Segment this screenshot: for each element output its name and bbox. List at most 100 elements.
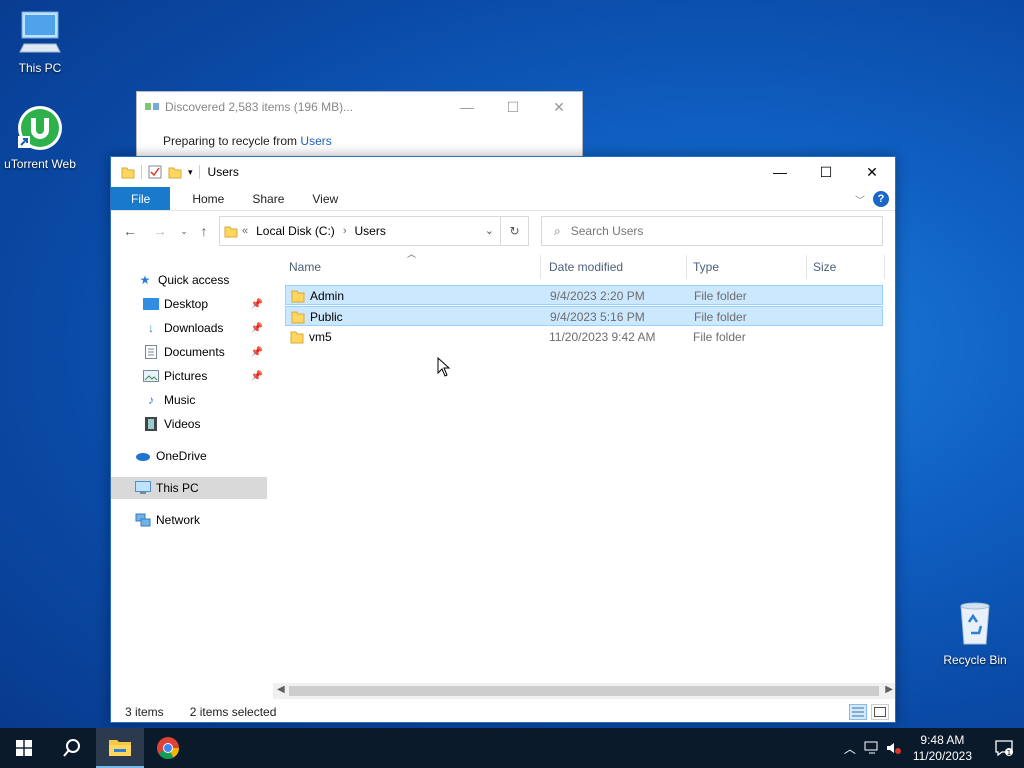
nav-label: Desktop xyxy=(164,297,209,311)
pin-icon[interactable]: 📌 xyxy=(251,299,263,310)
taskbar-chrome[interactable] xyxy=(144,728,192,768)
tab-share[interactable]: Share xyxy=(238,187,298,210)
help-icon[interactable]: ? xyxy=(873,191,889,207)
status-bar: 3 items 2 items selected xyxy=(111,701,895,723)
address-overflow-icon[interactable]: « xyxy=(242,225,248,237)
table-row[interactable]: Admin 9/4/2023 2:20 PM File folder xyxy=(285,285,883,305)
scroll-left-icon[interactable]: ◀ xyxy=(277,684,285,695)
nav-this-pc[interactable]: This PC xyxy=(111,477,267,499)
nav-item-desktop[interactable]: Desktop 📌 xyxy=(143,293,267,315)
dialog-source-link[interactable]: Users xyxy=(300,134,331,148)
column-header-size[interactable]: Size xyxy=(809,255,885,279)
star-icon: ★ xyxy=(139,273,151,287)
utorrent-icon xyxy=(18,106,62,150)
nav-item-videos[interactable]: Videos xyxy=(143,413,267,435)
nav-item-downloads[interactable]: ↓ Downloads 📌 xyxy=(143,317,267,339)
window-title: Users xyxy=(207,165,239,179)
monitor-icon xyxy=(19,11,61,53)
desktop-icon-utorrent[interactable]: uTorrent Web xyxy=(0,104,80,171)
file-name: vm5 xyxy=(309,330,332,344)
download-icon: ↓ xyxy=(148,321,154,335)
notification-icon: 1 xyxy=(995,740,1013,757)
divider xyxy=(198,165,200,179)
refresh-button[interactable]: ↻ xyxy=(501,216,529,246)
scrollbar-thumb[interactable] xyxy=(289,686,879,696)
nav-onedrive[interactable]: OneDrive xyxy=(135,445,291,467)
dialog-title: Discovered 2,583 items (196 MB)... xyxy=(165,100,354,114)
desktop-icon-label: Recycle Bin xyxy=(943,653,1007,667)
ribbon-tabs: File Home Share View ﹀ ? xyxy=(111,187,895,211)
pin-icon[interactable]: 📌 xyxy=(251,323,263,334)
column-header-date-modified[interactable]: Date modified xyxy=(545,255,687,279)
recent-locations-icon[interactable]: ⌄ xyxy=(173,220,195,242)
start-button[interactable] xyxy=(0,728,48,768)
clock-date: 11/20/2023 xyxy=(912,749,972,763)
minimize-button[interactable]: — xyxy=(757,157,803,187)
desktop-icon-label: This PC xyxy=(18,61,62,75)
nav-item-music[interactable]: ♪ Music xyxy=(143,389,267,411)
desktop-icon-label: uTorrent Web xyxy=(4,157,76,171)
close-button[interactable]: ✕ xyxy=(849,157,895,187)
scroll-right-icon[interactable]: ▶ xyxy=(885,684,893,695)
folder-icon xyxy=(121,167,135,179)
table-row[interactable]: vm5 11/20/2023 9:42 AM File folder xyxy=(285,327,883,347)
large-icons-view-icon[interactable] xyxy=(871,704,889,720)
navigation-pane: ★ Quick access Desktop 📌 ↓ Downloads 📌 D… xyxy=(111,255,269,695)
table-row[interactable]: Public 9/4/2023 5:16 PM File folder xyxy=(285,306,883,326)
file-type: File folder xyxy=(693,330,746,344)
file-name: Public xyxy=(310,310,343,324)
chevron-right-icon[interactable]: › xyxy=(343,225,347,237)
desktop-icon-this-pc[interactable]: This PC xyxy=(0,8,80,75)
search-input[interactable]: ⌕ Search Users xyxy=(541,216,883,246)
pin-icon[interactable]: 📌 xyxy=(251,347,263,358)
clock[interactable]: 9:48 AM 11/20/2023 xyxy=(913,732,972,764)
pictures-icon xyxy=(143,368,159,384)
column-header-type[interactable]: Type xyxy=(689,255,807,279)
explorer-titlebar[interactable]: ▾ Users — ☐ ✕ xyxy=(111,157,895,187)
new-folder-icon[interactable] xyxy=(168,165,182,179)
nav-label: Quick access xyxy=(158,273,230,287)
file-explorer-window[interactable]: ▾ Users — ☐ ✕ File Home Share View ﹀ ? ←… xyxy=(110,156,896,723)
back-arrow-icon[interactable]: ← xyxy=(119,220,141,242)
close-button[interactable]: ✕ xyxy=(536,92,582,122)
action-center-button[interactable]: 1 xyxy=(984,728,1024,768)
maximize-button[interactable]: ☐ xyxy=(803,157,849,187)
properties-icon[interactable] xyxy=(148,165,162,179)
folder-icon xyxy=(224,226,238,238)
videos-icon xyxy=(143,416,159,432)
horizontal-scrollbar[interactable]: ◀ ▶ xyxy=(273,683,895,699)
nav-label: Network xyxy=(156,513,201,527)
search-icon: ⌕ xyxy=(554,223,561,238)
up-arrow-icon[interactable]: ↑ xyxy=(193,220,215,242)
nav-item-documents[interactable]: Documents 📌 xyxy=(143,341,267,363)
nav-quick-access[interactable]: ★ Quick access xyxy=(137,269,293,291)
breadcrumb-users[interactable]: Users xyxy=(354,224,385,238)
nav-label: Pictures xyxy=(164,369,208,383)
column-header-name[interactable]: Name xyxy=(285,255,541,279)
folder-icon xyxy=(290,331,304,344)
nav-item-pictures[interactable]: Pictures 📌 xyxy=(143,365,267,387)
show-hidden-icons-icon[interactable]: ︿ xyxy=(839,740,861,757)
tab-file[interactable]: File xyxy=(111,187,171,210)
minimize-button[interactable]: — xyxy=(444,92,490,122)
volume-muted-icon[interactable] xyxy=(883,741,905,755)
taskbar: ︿ 9:48 AM 11/20/2023 1 xyxy=(0,728,1024,768)
tab-home[interactable]: Home xyxy=(178,187,238,210)
breadcrumb-local-disk[interactable]: Local Disk (C:) xyxy=(256,224,335,238)
details-view-icon[interactable] xyxy=(849,704,867,720)
nav-network[interactable]: Network xyxy=(135,509,291,531)
taskbar-file-explorer[interactable] xyxy=(96,728,144,768)
maximize-button[interactable]: ☐ xyxy=(490,92,536,122)
notification-badge: 1 xyxy=(1007,749,1011,757)
address-dropdown-icon[interactable]: ⌄ xyxy=(485,224,494,237)
desktop-icon-recycle-bin[interactable]: Recycle Bin xyxy=(935,600,1015,667)
pin-icon[interactable]: 📌 xyxy=(251,371,263,382)
search-button[interactable] xyxy=(48,728,96,768)
address-bar[interactable]: « Local Disk (C:) › Users ⌄ xyxy=(219,216,501,246)
network-icon[interactable] xyxy=(861,741,883,755)
qat-dropdown-icon[interactable]: ▾ xyxy=(188,167,193,178)
expand-ribbon-icon[interactable]: ﹀ xyxy=(855,192,865,207)
forward-arrow-icon[interactable]: → xyxy=(149,220,171,242)
desktop-folder-icon xyxy=(143,296,159,312)
tab-view[interactable]: View xyxy=(298,187,352,210)
